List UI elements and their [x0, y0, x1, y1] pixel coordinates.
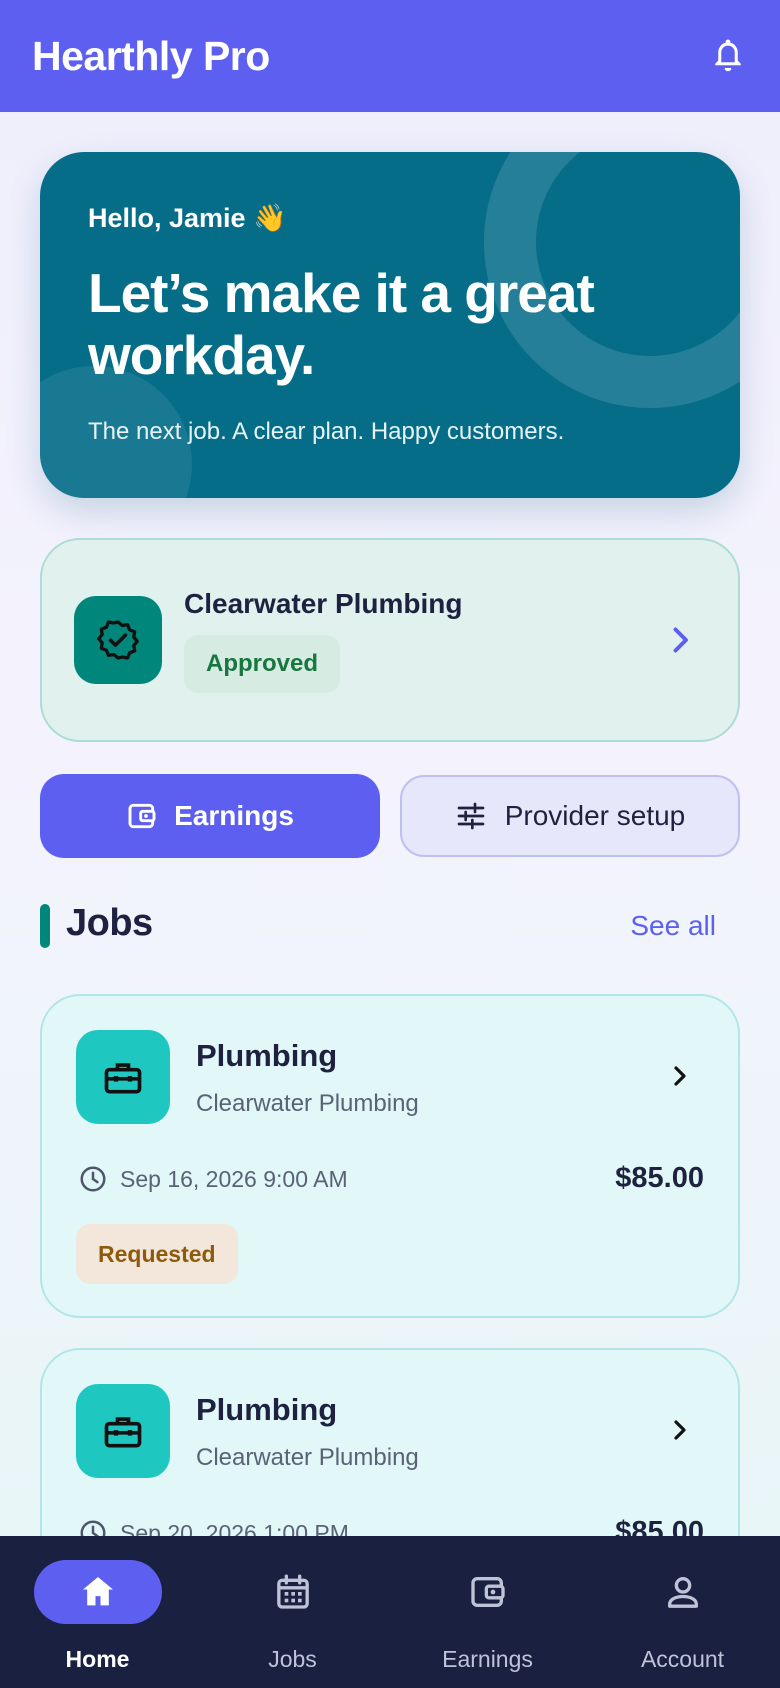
bottom-navigation: Home Jobs Earnings Account: [0, 1536, 780, 1688]
nav-item-account[interactable]: Account: [585, 1536, 780, 1688]
job-card[interactable]: Plumbing Clearwater Plumbing Sep 16, 202…: [40, 994, 740, 1318]
nav-item-earnings[interactable]: Earnings: [390, 1536, 585, 1688]
job-provider: Clearwater Plumbing: [196, 1444, 419, 1471]
verified-badge-icon: [97, 620, 139, 660]
provider-setup-button[interactable]: Provider setup: [400, 775, 740, 857]
greeting-text: Hello, Jamie 👋: [88, 203, 287, 233]
tune-icon: [457, 802, 485, 830]
app-bar: Hearthly Pro: [0, 0, 780, 112]
calendar-icon: [277, 1574, 309, 1609]
earnings-button[interactable]: Earnings: [40, 774, 380, 858]
earnings-button-label: Earnings: [174, 800, 294, 831]
home-icon: [83, 1577, 113, 1606]
notifications-button[interactable]: [708, 36, 748, 76]
job-title: Plumbing: [196, 1038, 338, 1073]
hero-headline: Let’s make it a great workday.: [88, 262, 595, 386]
hero-subtitle: The next job. A clear plan. Happy custom…: [88, 418, 565, 445]
clock-icon: [80, 1166, 106, 1192]
nav-item-jobs[interactable]: Jobs: [195, 1536, 390, 1688]
provider-name: Clearwater Plumbing: [184, 588, 463, 619]
toolbox-icon: [104, 1063, 142, 1094]
provider-setup-label: Provider setup: [504, 800, 686, 831]
requested-status-badge: Requested: [76, 1224, 238, 1284]
approved-status-badge: Approved: [184, 635, 341, 693]
bell-icon: [715, 39, 741, 72]
provider-status-card[interactable]: Clearwater Plumbing Approved: [40, 538, 740, 742]
job-price: $85.00: [615, 1162, 704, 1194]
nav-item-home[interactable]: Home: [0, 1536, 195, 1688]
job-provider: Clearwater Plumbing: [196, 1090, 419, 1117]
job-title: Plumbing: [196, 1392, 338, 1427]
wallet-icon: [471, 1577, 505, 1607]
chevron-right-icon: [674, 1066, 686, 1086]
person-icon: [668, 1577, 698, 1608]
toolbox-icon: [104, 1417, 142, 1448]
nav-label-earnings: Earnings: [442, 1646, 533, 1672]
nav-label-home: Home: [65, 1646, 130, 1672]
section-accent-bar: [40, 904, 50, 948]
provider-icon-tile: [74, 596, 162, 684]
see-all-jobs-link[interactable]: See all: [630, 910, 716, 942]
wallet-icon: [128, 803, 156, 829]
welcome-hero-card: Hello, Jamie 👋 Let’s make it a great wor…: [40, 152, 740, 498]
job-icon-tile: [76, 1384, 170, 1478]
chevron-right-icon: [673, 627, 688, 653]
app-title: Hearthly Pro: [32, 32, 270, 79]
nav-label-jobs: Jobs: [268, 1646, 317, 1672]
chevron-right-icon: [674, 1420, 686, 1440]
jobs-section-title: Jobs: [66, 902, 153, 944]
job-datetime: Sep 16, 2026 9:00 AM: [120, 1166, 348, 1192]
nav-label-account: Account: [640, 1646, 725, 1672]
job-icon-tile: [76, 1030, 170, 1124]
